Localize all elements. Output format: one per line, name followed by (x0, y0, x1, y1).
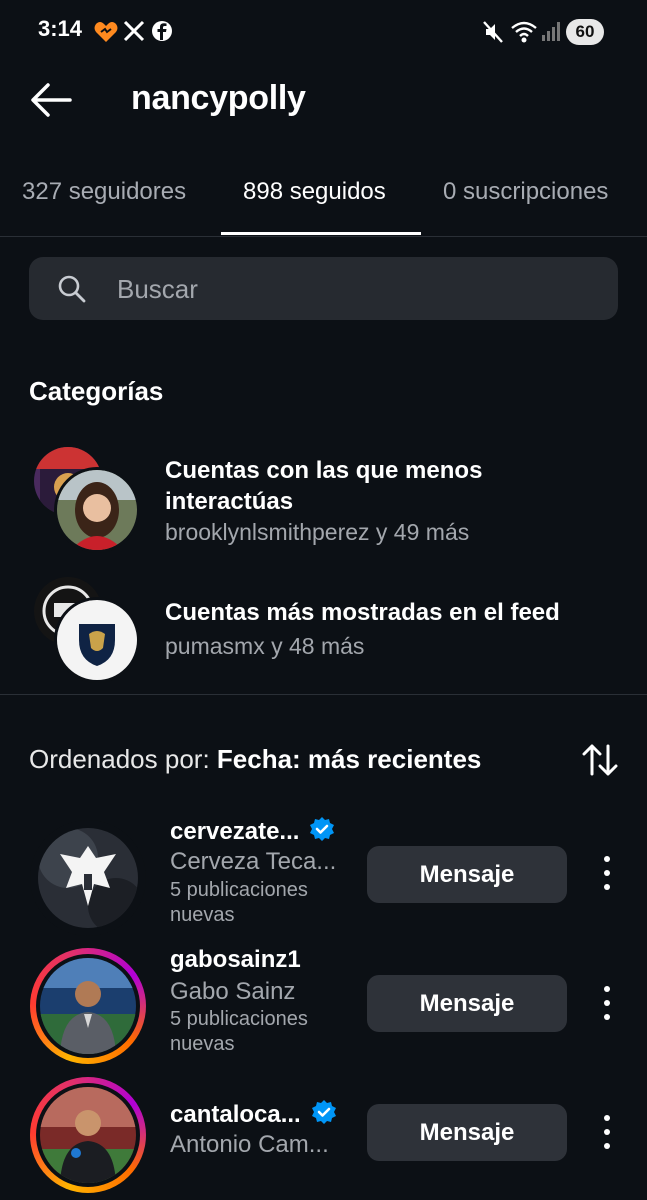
avatar-story-ring[interactable] (30, 948, 146, 1064)
category-avatars (34, 447, 140, 553)
user-new-posts: 5 publicaciones nuevas (170, 1008, 308, 1055)
user-new-posts: 5 publicaciones nuevas (170, 879, 308, 926)
list-item[interactable]: cantaloca... Antonio Cam... Mensaje (0, 1073, 647, 1193)
verified-badge-icon (310, 817, 335, 841)
sort-label: Ordenados por: Fecha: más recientes (29, 744, 481, 775)
sort-prefix: Ordenados por: (29, 744, 217, 774)
user-full-name: Cerveza Teca... (170, 848, 337, 875)
search-input[interactable] (115, 257, 599, 322)
tab-followers[interactable]: 327 seguidores (22, 178, 186, 206)
category-least-interacted[interactable]: Cuentas con las que menos interactúas br… (0, 447, 647, 557)
category-subtitle: brooklynlsmithperez y 49 más (165, 519, 470, 545)
category-title: Cuentas con las que menos interactúas (165, 457, 483, 515)
avatar-story-ring[interactable] (30, 1077, 146, 1193)
mute-icon (482, 20, 504, 49)
message-button[interactable]: Mensaje (367, 846, 567, 903)
user-full-name: Antonio Cam... (170, 1131, 329, 1158)
section-divider (0, 694, 647, 695)
facebook-icon (151, 20, 173, 47)
avatar (54, 597, 140, 683)
more-options-icon[interactable] (596, 854, 618, 894)
list-item[interactable]: cervezate... Cerveza Teca... 5 publicaci… (0, 816, 647, 936)
more-options-icon[interactable] (596, 1113, 618, 1153)
sort-value[interactable]: Fecha: más recientes (217, 744, 481, 774)
more-options-icon[interactable] (596, 984, 618, 1024)
sort-arrows-icon[interactable] (580, 742, 620, 778)
avatar[interactable] (30, 820, 146, 936)
tab-following[interactable]: 898 seguidos (243, 178, 386, 206)
categories-heading: Categorías (29, 376, 164, 406)
category-subtitle: pumasmx y 48 más (165, 633, 365, 659)
search-icon (58, 275, 86, 303)
follow-tabs: 327 seguidores 898 seguidos 0 suscripcio… (0, 160, 647, 237)
message-button[interactable]: Mensaje (367, 1104, 567, 1161)
avatar (54, 467, 140, 553)
category-title: Cuentas más mostradas en el feed (165, 599, 560, 626)
profile-header: nancypolly (0, 64, 647, 144)
verified-badge-icon (311, 1100, 336, 1124)
heart-app-icon (93, 20, 119, 49)
user-handle: cantaloca... (170, 1099, 337, 1129)
user-handle: cervezate... (170, 816, 335, 846)
category-avatars (34, 577, 140, 683)
tab-subscriptions[interactable]: 0 suscripciones (443, 178, 608, 206)
back-arrow-icon[interactable] (28, 80, 74, 120)
category-most-shown[interactable]: Cuentas más mostradas en el feed pumasmx… (0, 577, 647, 687)
battery-icon: 60 (566, 19, 604, 45)
user-handle: gabosainz1 (170, 946, 301, 973)
wifi-icon (510, 20, 538, 49)
x-icon (123, 20, 145, 47)
message-button[interactable]: Mensaje (367, 975, 567, 1032)
search-bar[interactable] (29, 257, 618, 322)
user-full-name: Gabo Sainz (170, 978, 296, 1005)
signal-icon (541, 20, 561, 47)
list-item[interactable]: gabosainz1 Gabo Sainz 5 publicaciones nu… (0, 944, 647, 1064)
status-bar: 3:14 60 (0, 0, 647, 64)
profile-username: nancypolly (131, 79, 306, 117)
status-time: 3:14 (38, 16, 83, 41)
active-tab-indicator (221, 232, 421, 235)
